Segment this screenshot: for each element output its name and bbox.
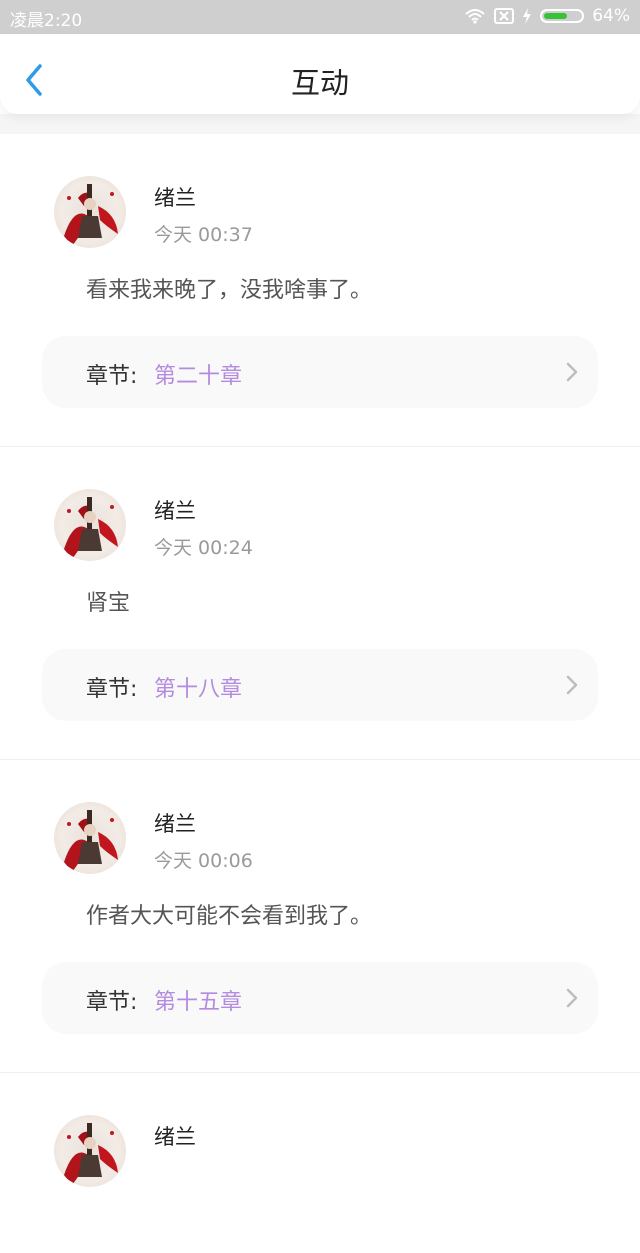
header-separator bbox=[0, 114, 640, 134]
avatar[interactable] bbox=[54, 1115, 126, 1187]
chapter-label: 章节: bbox=[86, 364, 138, 389]
username[interactable]: 绪兰 bbox=[154, 182, 196, 212]
app-header: 互动 bbox=[0, 34, 640, 114]
chapter-label: 章节: bbox=[86, 677, 138, 702]
charging-icon bbox=[522, 8, 532, 24]
timestamp: 今天 00:24 bbox=[154, 537, 253, 559]
sim-card-icon bbox=[494, 8, 515, 24]
status-bar: 凌晨2:20 64% bbox=[0, 0, 640, 34]
chapter-link[interactable]: 章节: 第十五章 bbox=[42, 962, 598, 1034]
chapter-link[interactable]: 章节: 第二十章 bbox=[42, 336, 598, 408]
battery-level bbox=[544, 13, 568, 19]
chapter-name: 第十八章 bbox=[154, 677, 243, 702]
comment-card: 绪兰 bbox=[0, 1073, 640, 1253]
chevron-right-icon bbox=[566, 675, 578, 695]
avatar[interactable] bbox=[54, 176, 126, 248]
comment-text: 作者大大可能不会看到我了。 bbox=[86, 904, 373, 929]
comment-card: 绪兰 今天 00:06 作者大大可能不会看到我了。 章节: 第十五章 bbox=[0, 760, 640, 1073]
avatar[interactable] bbox=[54, 489, 126, 561]
comment-text: 看来我来晚了，没我啥事了。 bbox=[86, 278, 373, 303]
comment-card: 绪兰 今天 00:37 看来我来晚了，没我啥事了。 章节: 第二十章 bbox=[0, 134, 640, 447]
chapter-label: 章节: bbox=[86, 990, 138, 1015]
interaction-feed[interactable]: 绪兰 今天 00:37 看来我来晚了，没我啥事了。 章节: 第二十章 绪兰 今天… bbox=[0, 134, 640, 1253]
status-time: 凌晨2:20 bbox=[10, 11, 83, 31]
chevron-right-icon bbox=[566, 988, 578, 1008]
timestamp: 今天 00:37 bbox=[154, 224, 253, 246]
comment-text: 肾宝 bbox=[86, 591, 131, 616]
battery-icon bbox=[540, 9, 585, 23]
status-icons: 64% bbox=[464, 6, 630, 26]
battery-percentage: 64% bbox=[592, 6, 630, 26]
wifi-icon bbox=[464, 8, 486, 24]
username[interactable]: 绪兰 bbox=[154, 808, 196, 838]
comment-card: 绪兰 今天 00:24 肾宝 章节: 第十八章 bbox=[0, 447, 640, 760]
chapter-name: 第十五章 bbox=[154, 990, 243, 1015]
username[interactable]: 绪兰 bbox=[154, 495, 196, 525]
chapter-link[interactable]: 章节: 第十八章 bbox=[42, 649, 598, 721]
avatar[interactable] bbox=[54, 802, 126, 874]
timestamp: 今天 00:06 bbox=[154, 850, 253, 872]
chapter-name: 第二十章 bbox=[154, 364, 243, 389]
username[interactable]: 绪兰 bbox=[154, 1121, 196, 1151]
chevron-right-icon bbox=[566, 362, 578, 382]
page-title: 互动 bbox=[290, 66, 349, 100]
